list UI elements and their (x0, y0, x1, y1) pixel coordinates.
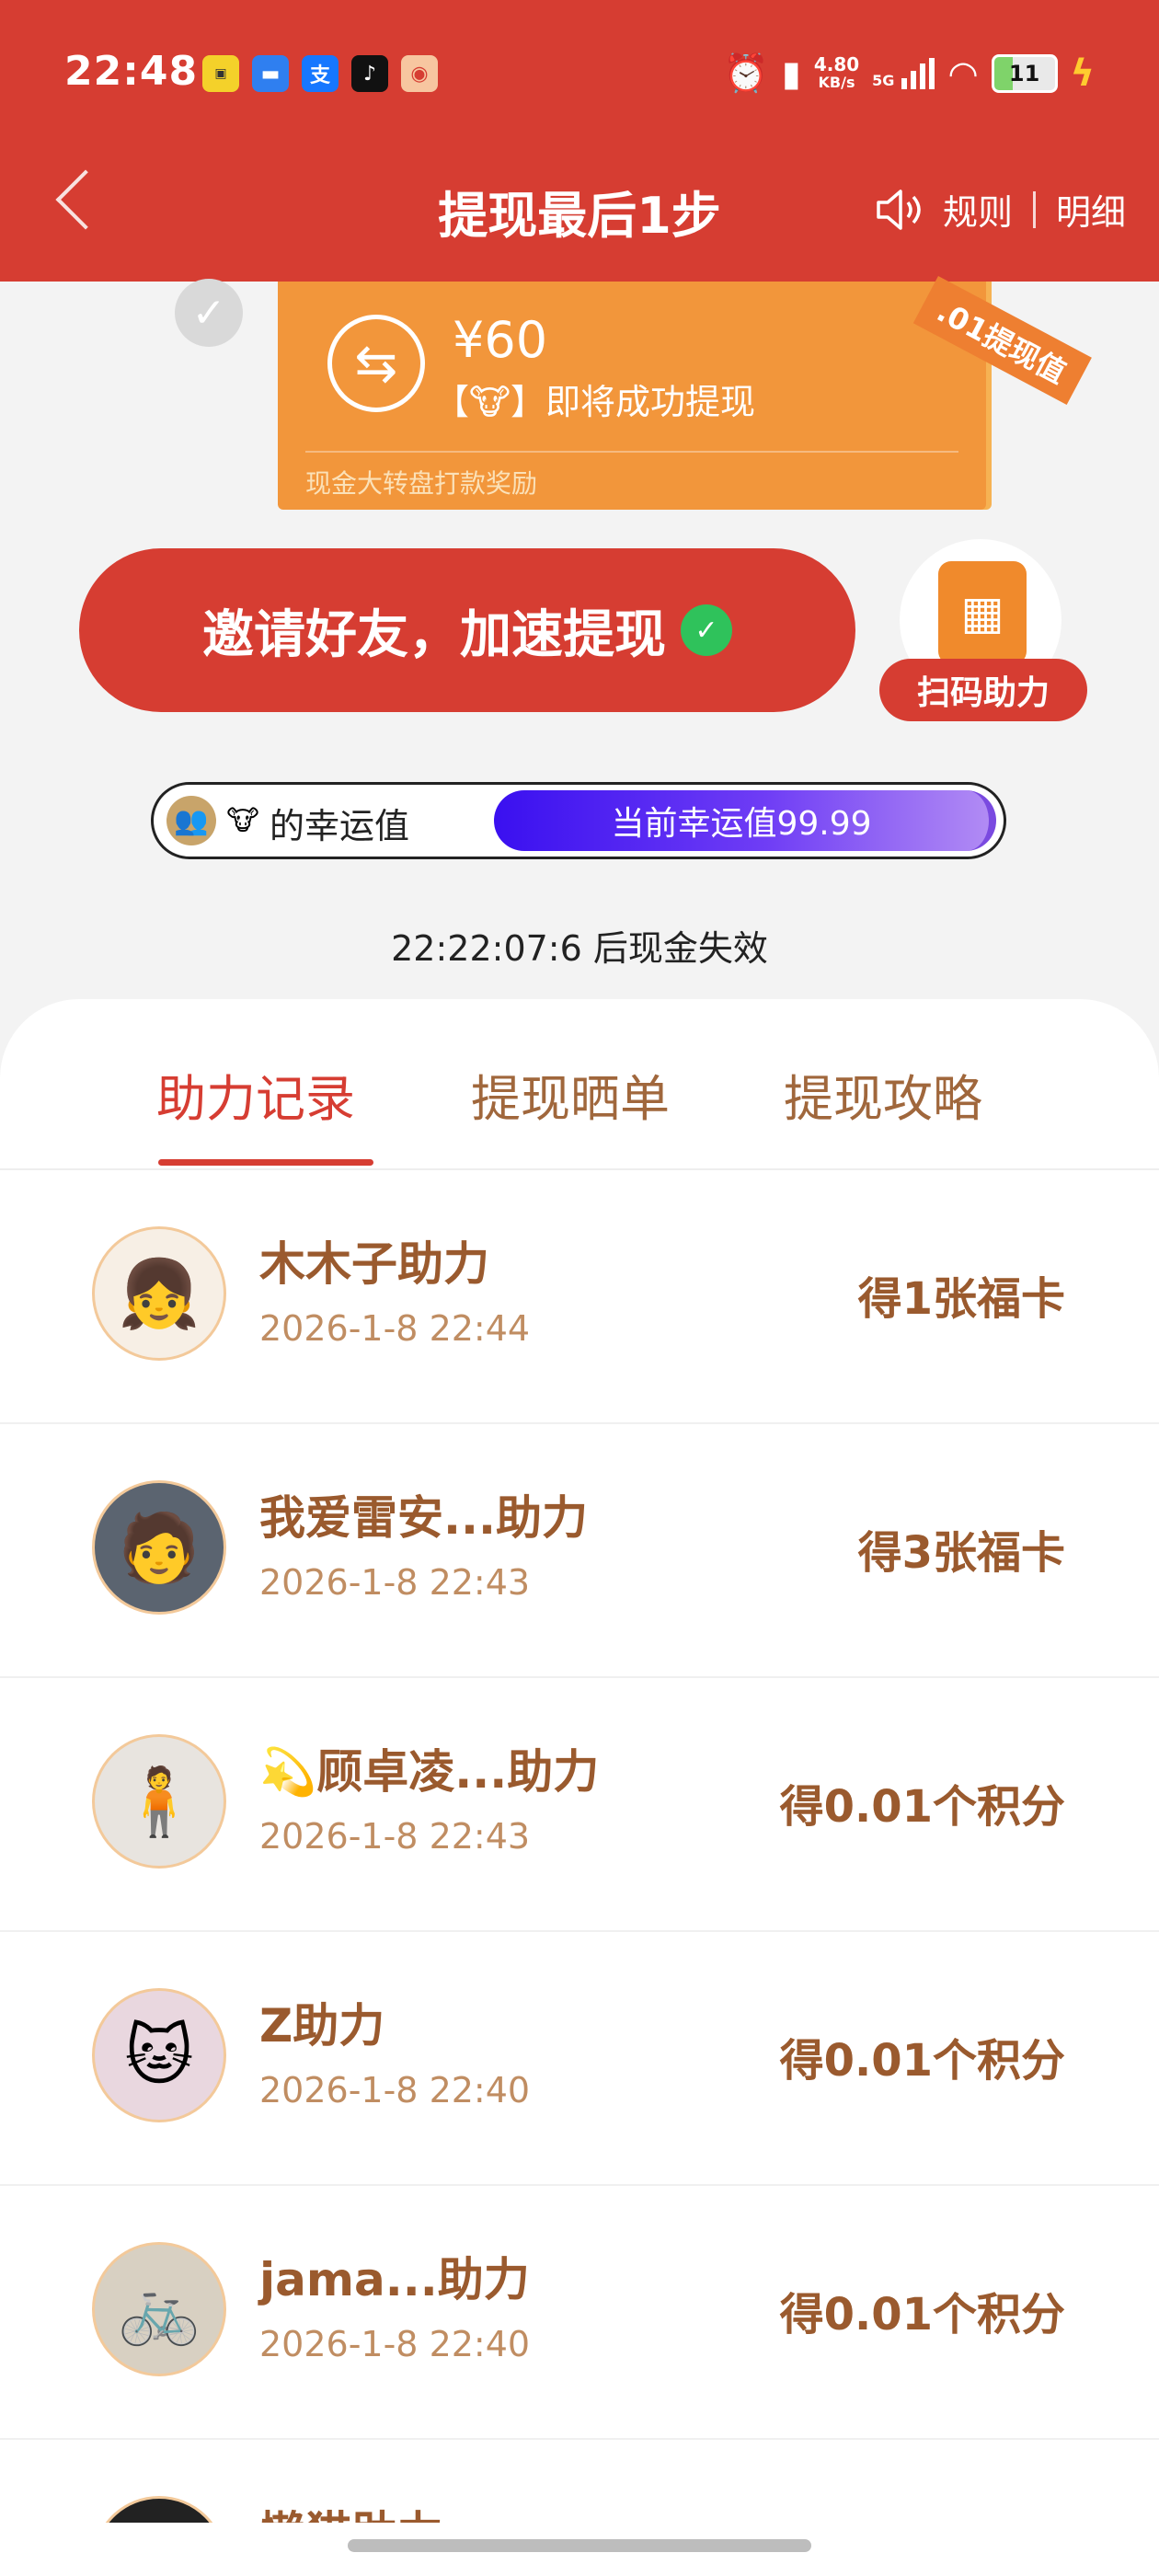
status-time: 22:48 (64, 48, 199, 95)
cash-status-text: 【🐮】即将成功提现 (434, 382, 755, 422)
tab-withdraw-guide[interactable]: 提现攻略 (784, 1058, 982, 1131)
helper-name: 木木子助力 (259, 1237, 489, 1291)
cash-card: ⇆ ¥60 【🐮】即将成功提现 现金大转盘打款奖励 (278, 282, 986, 510)
tab-help-records[interactable]: 助力记录 (156, 1058, 355, 1131)
reward-text: 得1张福卡 (857, 1273, 1065, 1325)
helper-name: 我爱雷安...助力 (259, 1491, 588, 1545)
cow-icon: 🐮 (218, 796, 268, 845)
luck-progress: 当前幸运值99.99 (494, 790, 996, 851)
alipay-icon: 支 (302, 55, 339, 92)
qr-code-icon[interactable]: ▦ (938, 561, 1027, 664)
help-time: 2026-1-8 22:43 (259, 1816, 531, 1857)
tiktok-icon: ♪ (351, 55, 388, 92)
cash-amount: ¥60 (453, 311, 548, 369)
notification-icons: ▣ ▬ 支 ♪ ◉ (202, 55, 438, 92)
rules-link[interactable]: 规则 (943, 184, 1013, 235)
avatar: 🧍 (92, 1734, 226, 1869)
reward-text: 得3张福卡 (857, 1527, 1065, 1579)
vibrate-icon: ▮ (781, 52, 801, 94)
alarm-icon: ⏰ (723, 52, 769, 95)
divider (305, 451, 958, 453)
countdown-text: 22:22:07:6 后现金失效 (391, 928, 768, 969)
list-item: 🧍 💫顾卓凌...助力 2026-1-8 22:43 得0.01个积分 (0, 1678, 1159, 1932)
scan-help-button[interactable]: 扫码助力 (879, 659, 1087, 721)
network-speed: 4.80 KB/s (813, 52, 860, 91)
home-indicator[interactable] (348, 2539, 811, 2552)
helper-name: jama...助力 (259, 2253, 530, 2306)
battery-icon: 11 (991, 53, 1058, 93)
avatar: 🐈 (92, 2496, 226, 2523)
app-notification-icon: ◉ (401, 55, 438, 92)
details-link[interactable]: 明细 (1056, 184, 1126, 235)
reward-text: 得0.01个积分 (779, 2035, 1065, 2087)
helper-name: Z助力 (259, 1999, 385, 2053)
tab-withdraw-showcase[interactable]: 提现晒单 (471, 1058, 670, 1131)
check-icon: ✓ (175, 279, 243, 347)
nav-divider (1032, 190, 1036, 228)
help-time: 2026-1-8 22:44 (259, 1308, 531, 1349)
reward-text: 得0.01个积分 (779, 1781, 1065, 1833)
cash-source: 现金大转盘打款奖励 (305, 468, 538, 499)
luck-label: 的幸运值 (270, 806, 410, 846)
list-item: 🧑 我爱雷安...助力 2026-1-8 22:43 得3张福卡 (0, 1424, 1159, 1678)
invite-friends-button[interactable]: 邀请好友，加速提现 ✓ (79, 548, 855, 712)
help-time: 2026-1-8 22:43 (259, 1562, 531, 1603)
invite-label: 邀请好友，加速提现 (202, 604, 666, 665)
active-tab-indicator (158, 1159, 373, 1166)
luck-avatars: 👥 🐮 (166, 796, 268, 845)
avatar: 👧 (92, 1226, 226, 1361)
helper-name: 💫顾卓凌...助力 (259, 1745, 600, 1799)
avatar: 🐱 (92, 1988, 226, 2122)
list-item: 🐱 Z助力 2026-1-8 22:40 得0.01个积分 (0, 1932, 1159, 2186)
avatar: 👥 (166, 796, 216, 845)
help-time: 2026-1-8 22:40 (259, 2070, 531, 2110)
signal-icon: 5G (872, 57, 935, 89)
nav-actions: 规则 明细 (875, 184, 1126, 235)
list-item: 🚲 jama...助力 2026-1-8 22:40 得0.01个积分 (0, 2186, 1159, 2440)
reward-text: 得0.01个积分 (779, 2289, 1065, 2340)
charging-icon: ϟ (1070, 52, 1095, 95)
wifi-icon: ◠ (947, 52, 979, 94)
helper-name: 懒猫助力 (259, 2497, 443, 2523)
help-time: 2026-1-8 22:40 (259, 2324, 531, 2364)
list-item: 🐈 懒猫助力 (0, 2440, 1159, 2523)
avatar: 🚲 (92, 2242, 226, 2376)
wechat-icon: ✓ (681, 604, 732, 656)
app-notification-icon: ▬ (252, 55, 289, 92)
status-indicators: ⏰ ▮ 4.80 KB/s 5G ◠ 11 ϟ (723, 52, 1095, 96)
speaker-icon[interactable] (875, 188, 923, 232)
swap-icon: ⇆ (327, 315, 425, 412)
app-notification-icon: ▣ (202, 55, 239, 92)
luck-bar: 👥 🐮 的幸运值 当前幸运值99.99 (151, 782, 1006, 859)
avatar: 🧑 (92, 1480, 226, 1615)
list-item: 👧 木木子助力 2026-1-8 22:44 得1张福卡 (0, 1170, 1159, 1424)
